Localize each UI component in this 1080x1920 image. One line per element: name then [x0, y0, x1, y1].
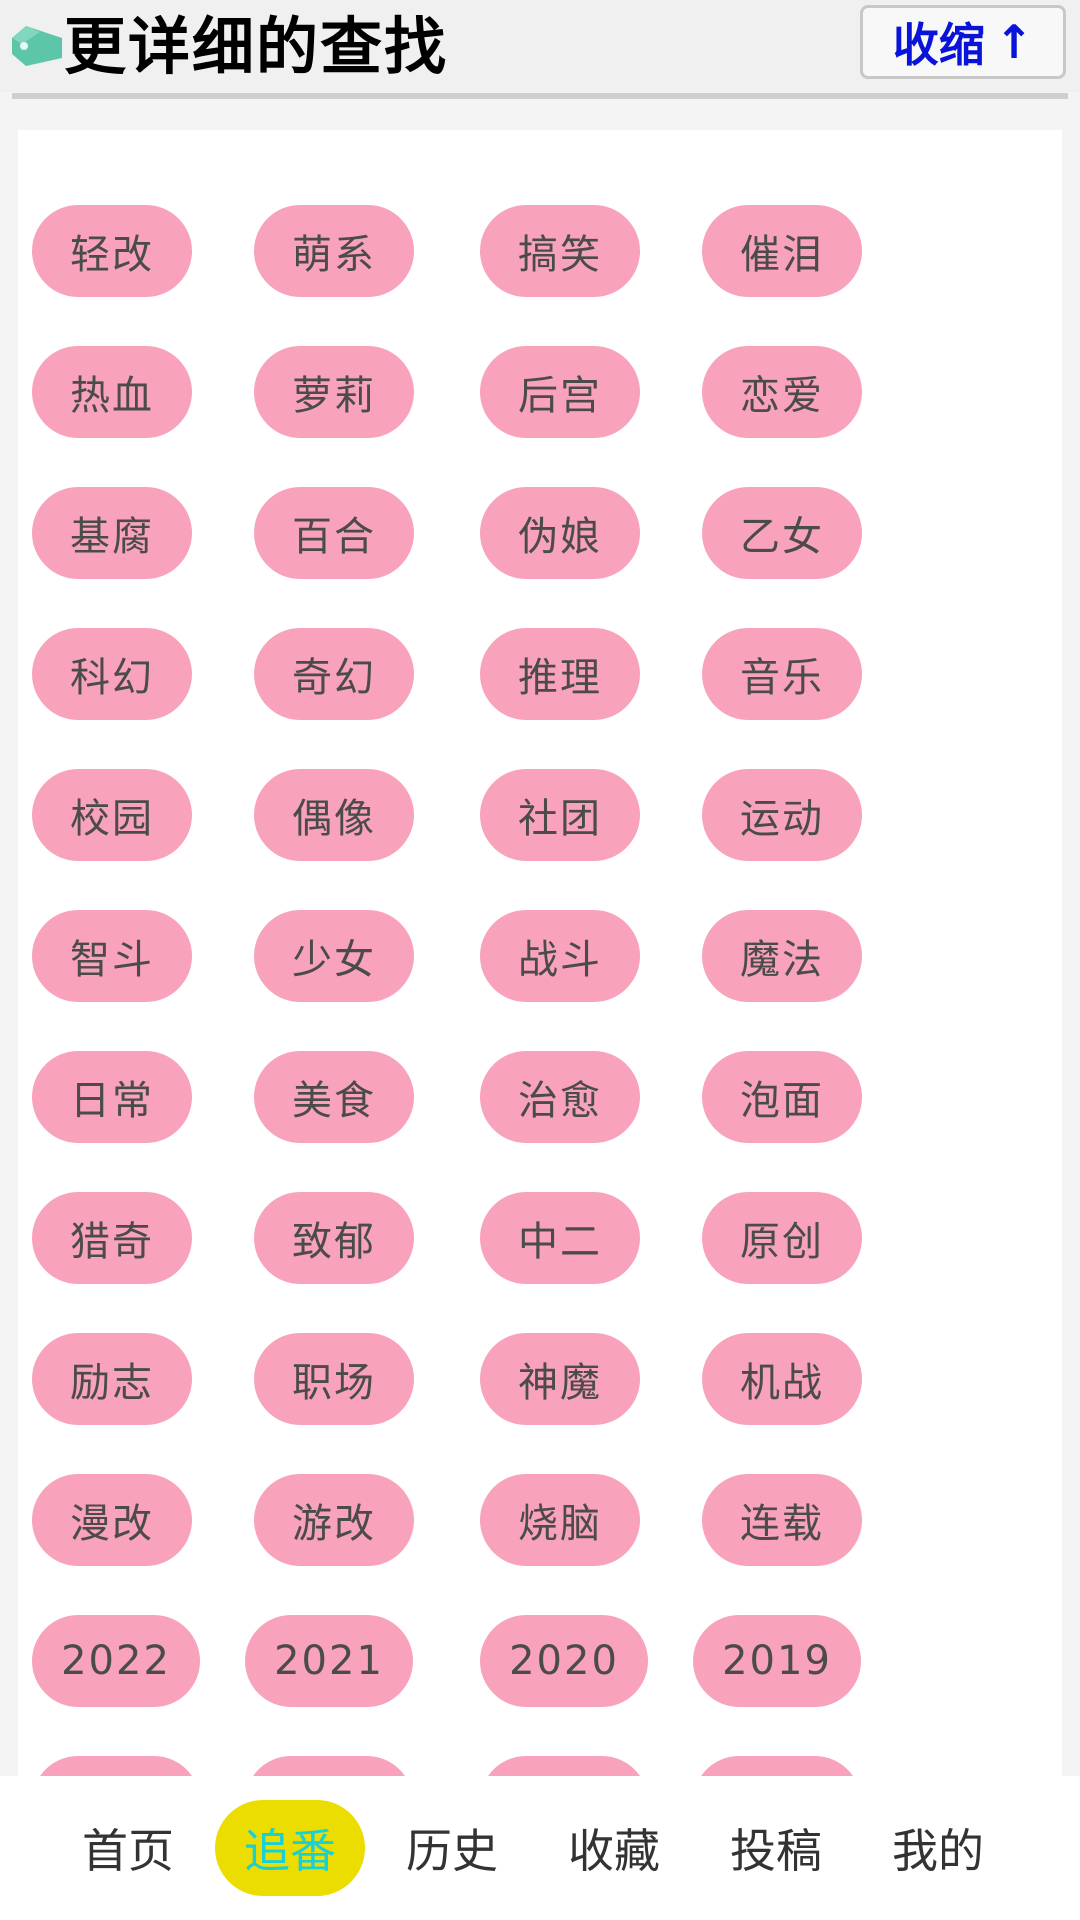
nav-item[interactable]: 追番	[215, 1800, 365, 1896]
tag-chip[interactable]: 猎奇	[32, 1192, 192, 1284]
nav-item[interactable]: 首页	[53, 1800, 203, 1896]
tag-chip[interactable]: 2016	[480, 1756, 648, 1776]
tag-chip[interactable]: 轻改	[32, 205, 192, 297]
tag-chip[interactable]: 偶像	[254, 769, 414, 861]
tag-chip[interactable]: 游改	[254, 1474, 414, 1566]
tag-chip[interactable]: 音乐	[702, 628, 862, 720]
tag-icon	[12, 26, 62, 66]
nav-item[interactable]: 投稿	[701, 1800, 851, 1896]
nav-item[interactable]: 收藏	[539, 1800, 689, 1896]
tag-chip[interactable]: 2020	[480, 1615, 648, 1707]
tag-chip[interactable]: 社团	[480, 769, 640, 861]
tag-chip[interactable]: 原创	[702, 1192, 862, 1284]
tag-chip[interactable]: 烧脑	[480, 1474, 640, 1566]
tag-chip[interactable]: 恋爱	[702, 346, 862, 438]
tag-chip[interactable]: 战斗	[480, 910, 640, 1002]
tag-chip[interactable]: 机战	[702, 1333, 862, 1425]
tag-chip[interactable]: 运动	[702, 769, 862, 861]
tag-chip[interactable]: 伪娘	[480, 487, 640, 579]
tag-chip[interactable]: 2022	[32, 1615, 200, 1707]
tag-chip[interactable]: 漫改	[32, 1474, 192, 1566]
tag-chip[interactable]: 神魔	[480, 1333, 640, 1425]
tag-chip[interactable]: 基腐	[32, 487, 192, 579]
collapse-label: 收缩	[892, 18, 985, 72]
header-divider	[12, 93, 1068, 99]
tag-chip[interactable]: 催泪	[702, 205, 862, 297]
tag-chip[interactable]: 2019	[693, 1615, 861, 1707]
tag-chip[interactable]: 科幻	[32, 628, 192, 720]
tag-chip[interactable]: 热血	[32, 346, 192, 438]
tag-chip[interactable]: 奇幻	[254, 628, 414, 720]
tag-chip[interactable]: 后宫	[480, 346, 640, 438]
tag-chip[interactable]: 2018	[32, 1756, 200, 1776]
header: 更详细的查找 收缩 ↑	[0, 0, 1080, 92]
tag-chip[interactable]: 励志	[32, 1333, 192, 1425]
bottom-nav: 首页 追番 历史 收藏 投稿 我的	[0, 1776, 1080, 1920]
tag-chip[interactable]: 2021	[245, 1615, 413, 1707]
tag-chip[interactable]: 连载	[702, 1474, 862, 1566]
page-title: 更详细的查找	[64, 10, 449, 83]
nav-item[interactable]: 我的	[863, 1800, 1013, 1896]
tag-chip[interactable]: 乙女	[702, 487, 862, 579]
tag-panel[interactable]: 轻改 萌系 搞笑 催泪热血 萝莉 后宫 恋爱基腐 百合 伪娘 乙女科幻 奇幻 推理 音乐校园 偶像 社团 运动…	[18, 130, 1062, 1776]
tag-chip[interactable]: 2017	[245, 1756, 413, 1776]
tag-chip[interactable]: 日常	[32, 1051, 192, 1143]
tag-chip[interactable]: 魔法	[702, 910, 862, 1002]
nav-item[interactable]: 历史	[377, 1800, 527, 1896]
tag-chip[interactable]: 校园	[32, 769, 192, 861]
tag-chip[interactable]: 智斗	[32, 910, 192, 1002]
tag-chip[interactable]: 百合	[254, 487, 414, 579]
tag-chip[interactable]: 美食	[254, 1051, 414, 1143]
tag-chip[interactable]: 少女	[254, 910, 414, 1002]
collapse-button[interactable]: 收缩 ↑	[860, 5, 1066, 79]
tag-chip[interactable]: 2015	[693, 1756, 861, 1776]
tag-chip[interactable]: 推理	[480, 628, 640, 720]
tag-chip[interactable]: 致郁	[254, 1192, 414, 1284]
tag-chip[interactable]: 中二	[480, 1192, 640, 1284]
arrow-up-icon: ↑	[994, 15, 1034, 69]
tag-chip[interactable]: 治愈	[480, 1051, 640, 1143]
tag-chip[interactable]: 泡面	[702, 1051, 862, 1143]
tag-chip[interactable]: 萌系	[254, 205, 414, 297]
tag-chip[interactable]: 搞笑	[480, 205, 640, 297]
tag-chip[interactable]: 职场	[254, 1333, 414, 1425]
tag-chip[interactable]: 萝莉	[254, 346, 414, 438]
